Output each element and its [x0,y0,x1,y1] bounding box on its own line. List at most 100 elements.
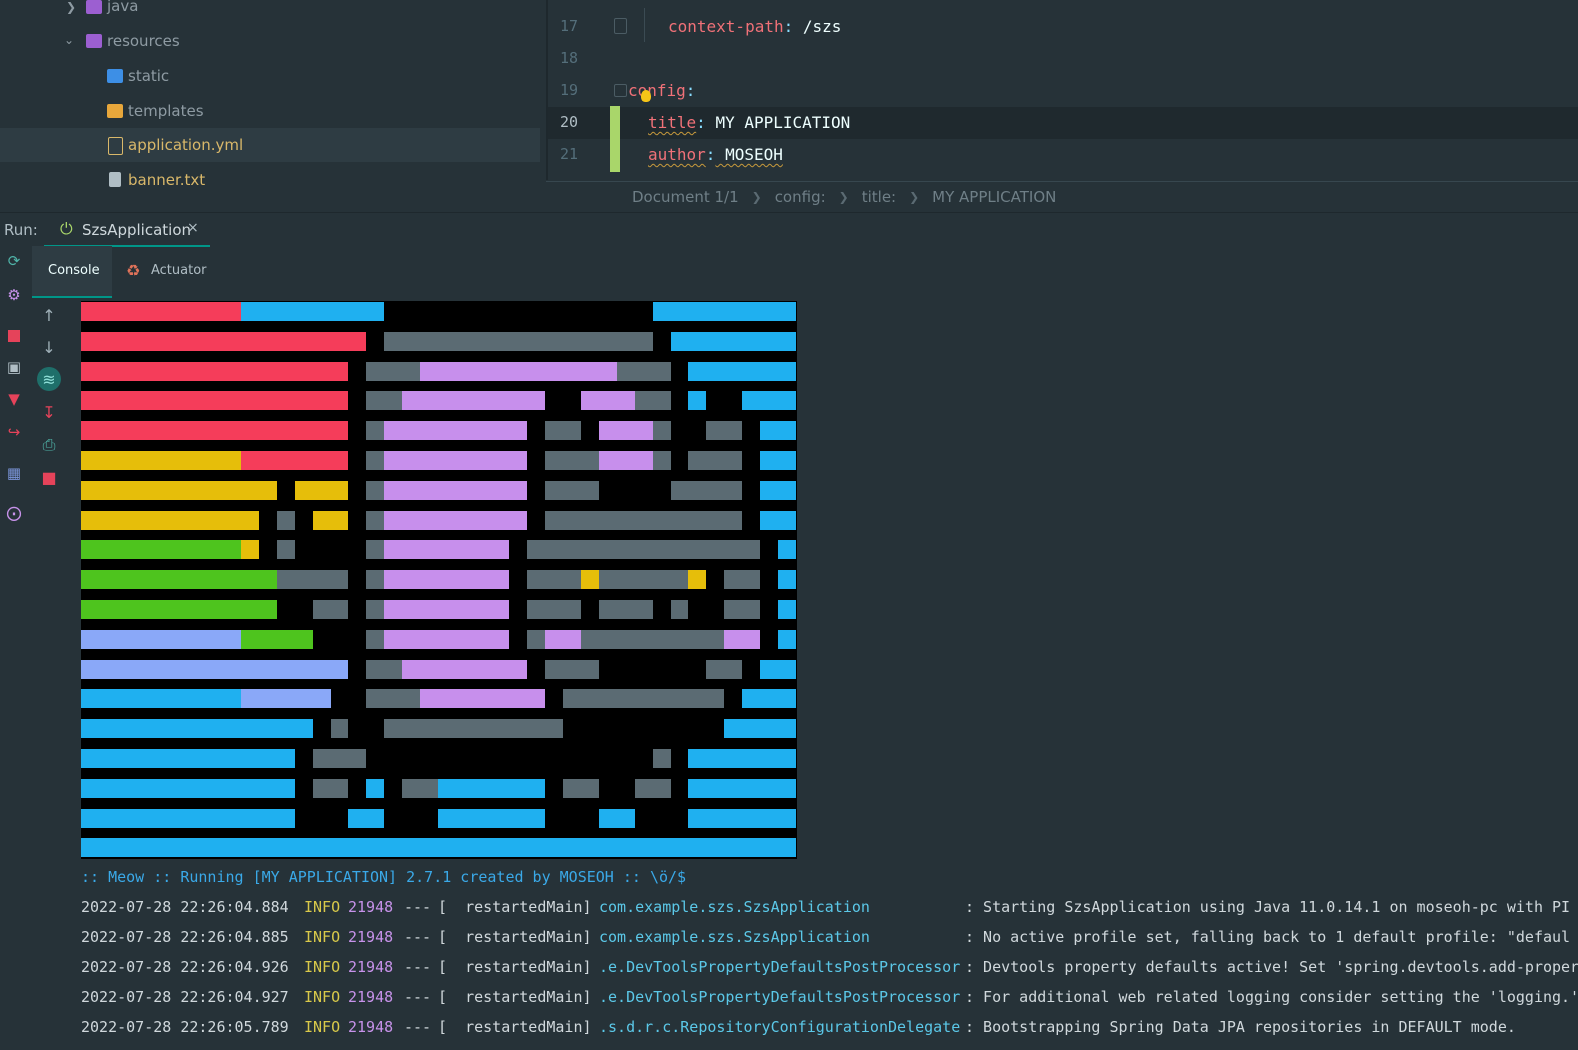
tree-item-java[interactable]: ❯ java [0,0,540,24]
banner-block [366,451,384,470]
tree-item-application-yml[interactable]: application.yml [0,128,540,162]
banner-block [653,749,671,768]
banner-block [778,570,796,590]
banner-block [545,421,581,441]
log-ts: 2022-07-28 22:26:04.884 [81,898,289,916]
banner-block [81,361,348,381]
log-logger[interactable]: .e.DevToolsPropertyDefaultsPostProcessor [599,988,960,1006]
yaml-colon: : [705,145,716,164]
banner-block [438,778,545,798]
chevron-right-icon[interactable]: ❯ [66,0,76,14]
banner-block [384,629,509,649]
line-number: 20 [559,113,578,131]
arrow-up-icon[interactable]: ↑ [37,303,61,327]
banner-block [366,421,384,441]
resources-folder-icon [86,34,102,48]
banner-block [778,600,796,619]
banner-block [599,421,653,441]
breadcrumb-item[interactable]: MY APPLICATION [932,188,1056,206]
code-line[interactable]: 18 [548,43,1578,75]
banner-block [438,808,545,828]
banner-block [81,451,241,470]
vcs-change-marker[interactable] [610,106,620,172]
breadcrumb-item[interactable]: title: [862,188,896,206]
tree-item-banner-txt[interactable]: banner.txt [0,163,540,197]
text-file-icon [109,172,121,187]
banner-block [527,540,760,560]
tab-label: Actuator [151,263,207,278]
stop-icon[interactable] [5,327,23,345]
tree-item-resources[interactable]: ⌄ resources [0,24,540,58]
log-dash: --- [404,898,432,916]
log-lvl: INFO [304,898,341,916]
power-icon: ⏻ [60,219,73,238]
tree-item-label: application.yml [128,136,244,154]
log-logger[interactable]: com.example.szs.SzsApplication [599,928,870,946]
log-thr: [ restartedMain] [438,898,592,916]
log-pid: 21948 [348,898,394,916]
run-subtabs: Console ♻ Actuator [32,246,1578,298]
banner-block [688,808,796,828]
banner-block [366,480,384,500]
banner-block [81,629,241,649]
banner-block [81,689,241,709]
gear-icon[interactable]: ⚙ [5,286,23,304]
banner-block [402,659,527,679]
code-line[interactable]: 17 context-path: /szs [548,11,1578,43]
run-config-tab[interactable]: ⏻ SzsApplication × [44,213,210,247]
banner-block [706,421,742,441]
banner-block [384,540,509,560]
print-icon[interactable]: ⎙ [37,433,61,457]
code-line[interactable]: 19 config: [548,75,1578,107]
banner-block [706,659,742,679]
banner-block [724,600,760,619]
log-thr: [ restartedMain] [438,988,592,1006]
log-logger[interactable]: com.example.szs.SzsApplication [599,898,870,916]
tree-item-label: resources [107,32,180,50]
tree-item-templates[interactable]: templates [0,94,540,128]
banner-block [778,629,796,649]
soft-wrap-icon[interactable]: ≋ [37,367,61,391]
banner-block [81,719,313,739]
banner-block [366,659,402,679]
pin-icon[interactable]: ⨀ [5,504,23,522]
tree-item-label: static [128,67,170,85]
log-logger[interactable]: .s.d.r.c.RepositoryConfigurationDelegate [599,1018,960,1036]
code-editor[interactable]: 17 context-path: /szs 18 19 config: 20 t… [546,0,1578,180]
log-dash: --- [404,988,432,1006]
rerun-icon[interactable]: ⟳ [5,252,23,270]
exit-icon[interactable]: ↪ [5,423,23,441]
layout-icon[interactable]: ▦ [5,464,23,482]
banner-text-line: :: Meow :: Running [MY APPLICATION] 2.7.… [81,868,687,886]
trash-icon[interactable]: ■ [37,465,61,489]
tab-actuator[interactable]: ♻ Actuator [126,246,236,296]
yaml-key: config [628,81,686,100]
plug-icon[interactable]: ▼ [5,390,23,408]
code-line-current[interactable]: 20 title: MY APPLICATION [548,107,1578,139]
breadcrumb-item[interactable]: config: [775,188,826,206]
lightbulb-icon[interactable] [641,90,651,102]
tree-item-static[interactable]: static [0,59,540,93]
log-thr: [ restartedMain] [438,1018,592,1036]
banner-block [384,421,527,441]
arrow-down-icon[interactable]: ↓ [37,335,61,359]
banner-block [545,510,742,530]
log-dash: --- [404,958,432,976]
camera-icon[interactable]: ▣ [5,358,23,376]
chevron-right-icon: ❯ [751,190,762,204]
log-thr: [ restartedMain] [438,928,592,946]
banner-block [241,302,384,321]
breadcrumb-item[interactable]: Document 1/1 [632,188,739,206]
tab-console[interactable]: Console [32,246,112,298]
scroll-to-end-icon[interactable]: ↧ [37,400,61,424]
code-line[interactable]: 21 author: MOSEOH [548,139,1578,171]
banner-block [742,689,796,709]
ascii-banner-art [81,301,797,859]
banner-block [671,600,688,619]
log-logger[interactable]: .e.DevToolsPropertyDefaultsPostProcessor [599,958,960,976]
yaml-colon: : [685,81,696,100]
banner-block [384,600,509,619]
close-icon[interactable]: × [187,220,199,236]
chevron-down-icon[interactable]: ⌄ [64,33,74,47]
banner-block [527,570,581,590]
